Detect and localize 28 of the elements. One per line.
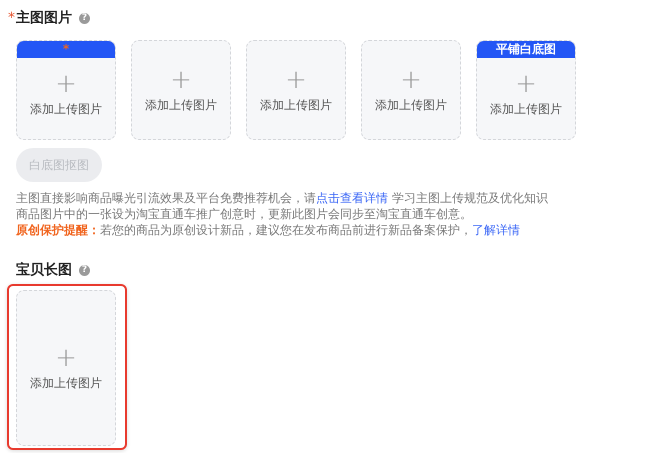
tile-badge: * — [17, 41, 115, 58]
plus-icon: + — [55, 71, 77, 97]
hint-text: 主图直接影响商品曝光引流效果及平台免费推荐机会，请点击查看详情 学习主图上传规范及优化知识 — [16, 190, 549, 206]
notice-text: 原创保护提醒：若您的商品为原创设计新品，建议您在发布商品前进行新品备案保护，了解详情 — [16, 222, 521, 238]
upload-tile[interactable]: + 添加上传图片 — [16, 290, 116, 446]
plus-icon: + — [285, 66, 307, 92]
section-title: 主图图片 — [16, 9, 72, 27]
upload-tile[interactable]: + 添加上传图片 — [361, 40, 461, 140]
plus-icon: + — [515, 71, 537, 97]
plus-icon: + — [170, 66, 192, 92]
hint-text: 商品图片中的一张设为淘宝直通车推广创意时，更新此图片会同步至淘宝直通车创意。 — [16, 206, 473, 222]
upload-tile[interactable]: 平铺白底图 + 添加上传图片 — [476, 40, 576, 140]
required-mark: * — [8, 10, 16, 26]
upload-tile[interactable]: + 添加上传图片 — [246, 40, 346, 140]
plus-icon: + — [55, 344, 77, 370]
details-link[interactable]: 了解详情 — [472, 223, 520, 237]
section-title: 宝贝长图 — [16, 261, 72, 279]
upload-tile[interactable]: + 添加上传图片 — [131, 40, 231, 140]
upload-tile[interactable]: * + 添加上传图片 — [16, 40, 116, 140]
upload-label: 添加上传图片 — [30, 374, 102, 392]
upload-label: 添加上传图片 — [375, 96, 447, 114]
upload-label: 添加上传图片 — [145, 96, 217, 114]
details-link[interactable]: 点击查看详情 — [316, 191, 388, 205]
plus-icon: + — [400, 66, 422, 92]
upload-label: 添加上传图片 — [30, 101, 102, 118]
upload-label: 添加上传图片 — [490, 101, 562, 118]
tile-badge: 平铺白底图 — [477, 41, 575, 58]
upload-label: 添加上传图片 — [260, 96, 332, 114]
